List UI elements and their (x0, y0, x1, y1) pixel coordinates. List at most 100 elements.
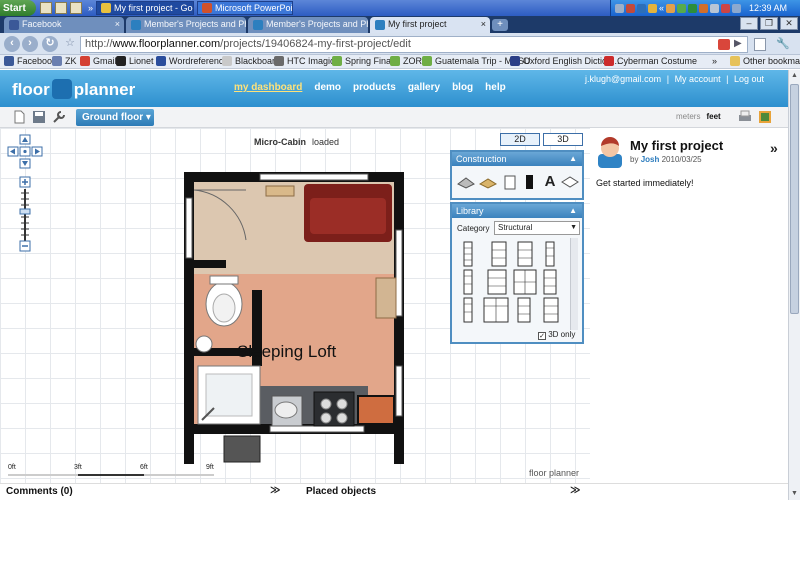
help-icon[interactable] (626, 3, 635, 13)
bookmarks-overflow-icon[interactable]: » (712, 56, 717, 66)
alert-icon[interactable] (699, 3, 709, 13)
view-2d-button[interactable]: 2D (500, 133, 540, 146)
desktop-icon[interactable] (40, 2, 52, 14)
scroll-down-icon[interactable]: ▼ (789, 488, 800, 500)
text-tool-icon[interactable]: A (540, 174, 560, 190)
reload-button[interactable]: ↻ (42, 36, 58, 52)
floor-selector[interactable]: Ground floor ▾ (76, 109, 154, 126)
nav-demo[interactable]: demo (314, 82, 341, 93)
close-icon[interactable]: × (115, 19, 120, 29)
page-scrollbar[interactable]: ▲ ▼ (788, 70, 800, 500)
dimension-tool-icon[interactable] (560, 174, 580, 190)
start-button[interactable]: Start (0, 0, 36, 16)
go-arrow-icon[interactable]: ▶ (734, 38, 742, 49)
bookmark-item[interactable]: HTC Imagio (274, 56, 335, 66)
author-link[interactable]: Josh (641, 155, 660, 164)
floorplan-drawing[interactable] (180, 170, 412, 466)
bookmark-item[interactable]: Gmail (80, 56, 117, 66)
other-bookmarks[interactable]: Other bookmarks (730, 56, 800, 66)
speaker-icon[interactable] (648, 3, 657, 13)
bookmark-item[interactable]: ZK (52, 56, 77, 66)
wall-tool-icon[interactable] (456, 174, 476, 190)
safety-icon[interactable] (637, 3, 646, 13)
bookmark-item[interactable]: ZOR (390, 56, 422, 66)
scroll-up-icon[interactable]: ▲ (789, 70, 800, 82)
scroll-thumb[interactable] (790, 84, 799, 314)
new-tab-button[interactable]: + (492, 19, 508, 31)
comments-heading[interactable]: Comments (0) (6, 486, 73, 497)
bookmark-item[interactable]: Blackboard (222, 56, 280, 66)
restore-icon[interactable]: ❐ (760, 17, 778, 30)
floorplanner-logo[interactable]: floor planner (12, 79, 135, 100)
clock[interactable]: 12:39 AM (749, 3, 787, 13)
tab-members-projects-1[interactable]: Member's Projects and Pho... (126, 17, 246, 33)
task-powerpoint[interactable]: Microsoft PowerPoint no... (197, 1, 294, 15)
my-account-link[interactable]: My account (675, 74, 721, 84)
close-window-icon[interactable]: ✕ (780, 17, 798, 30)
more-chevron-icon[interactable]: » (88, 3, 93, 13)
settings-wrench-icon[interactable] (52, 110, 66, 124)
bookmark-item[interactable]: Lionet (116, 56, 154, 66)
floor-tool-icon[interactable] (478, 174, 498, 190)
bookmark-item[interactable]: Facebook (4, 56, 57, 66)
door-tool-icon[interactable] (500, 174, 520, 190)
bookmark-item[interactable]: Cyberman Costume (604, 56, 697, 66)
room-label[interactable]: Sleeping Loft (237, 342, 336, 362)
back-button[interactable]: ‹ (4, 36, 20, 52)
bookmark-item[interactable]: Wordreference (156, 56, 228, 66)
expand-chevron-icon[interactable]: » (770, 140, 778, 156)
address-bar[interactable]: http://www.floorplanner.com/projects/194… (80, 36, 748, 53)
category-select[interactable]: Structural ▼ (494, 221, 580, 235)
page-menu-icon[interactable] (754, 38, 766, 51)
extension-icon[interactable] (718, 39, 730, 50)
avatar[interactable] (596, 136, 624, 170)
pan-zoom-control[interactable] (6, 133, 46, 253)
construction-header[interactable]: Construction ▲ (452, 152, 582, 166)
forward-button[interactable]: › (22, 36, 38, 52)
tray-chevron-icon[interactable]: « (659, 3, 664, 13)
wrench-icon[interactable]: 🔧 (776, 37, 790, 50)
account-email[interactable]: j.klugh@gmail.com (585, 74, 661, 84)
export-image-icon[interactable] (758, 110, 772, 124)
bookmark-item[interactable]: Spring Finals (332, 56, 398, 66)
folder-icon[interactable] (70, 2, 82, 14)
window-tool-icon[interactable] (520, 174, 540, 190)
save-icon[interactable] (32, 110, 46, 124)
placed-expand-icon[interactable]: ≫ (570, 485, 580, 496)
sync-icon[interactable] (677, 3, 687, 13)
comments-expand-icon[interactable]: ≫ (270, 485, 280, 496)
nav-products[interactable]: products (353, 82, 396, 93)
display-icon[interactable] (732, 3, 742, 13)
nav-help[interactable]: help (485, 82, 506, 93)
antivirus-icon[interactable] (666, 3, 676, 13)
update-icon[interactable] (688, 3, 698, 13)
library-scrollbar[interactable] (570, 238, 578, 330)
power-icon[interactable] (721, 3, 731, 13)
library-header[interactable]: Library ▲ (452, 204, 582, 218)
bookmark-star-icon[interactable]: ☆ (62, 36, 78, 52)
media-player-icon[interactable] (55, 2, 67, 14)
unit-feet[interactable]: feet (706, 112, 720, 121)
unit-meters[interactable]: meters (676, 112, 700, 121)
close-icon[interactable]: × (481, 19, 486, 29)
nav-my-dashboard[interactable]: my dashboard (234, 82, 302, 93)
nav-blog[interactable]: blog (452, 82, 473, 93)
checkbox-icon[interactable]: ✓ (538, 332, 546, 340)
new-document-icon[interactable] (12, 110, 26, 124)
floorplan-canvas[interactable]: Micro-Cabin loaded 2D 3D Sleeping Loft C… (0, 128, 590, 483)
view-3d-button[interactable]: 3D (543, 133, 583, 146)
print-icon[interactable] (738, 110, 752, 124)
collapse-icon[interactable]: ▲ (569, 204, 577, 218)
tab-my-first-project[interactable]: My first project × (370, 17, 490, 33)
tab-members-projects-2[interactable]: Member's Projects and Pho... (248, 17, 368, 33)
nav-gallery[interactable]: gallery (408, 82, 440, 93)
library-items[interactable] (460, 240, 570, 328)
volume-icon[interactable] (710, 3, 720, 13)
task-chrome[interactable]: My first project - Goo... (96, 1, 195, 15)
tab-facebook[interactable]: Facebook × (4, 17, 124, 33)
collapse-icon[interactable]: ▲ (569, 152, 577, 166)
network-icon[interactable] (615, 3, 624, 13)
logout-link[interactable]: Log out (734, 74, 764, 84)
only-3d-checkbox[interactable]: ✓ 3D only (538, 330, 575, 340)
minimize-icon[interactable]: – (740, 17, 758, 30)
